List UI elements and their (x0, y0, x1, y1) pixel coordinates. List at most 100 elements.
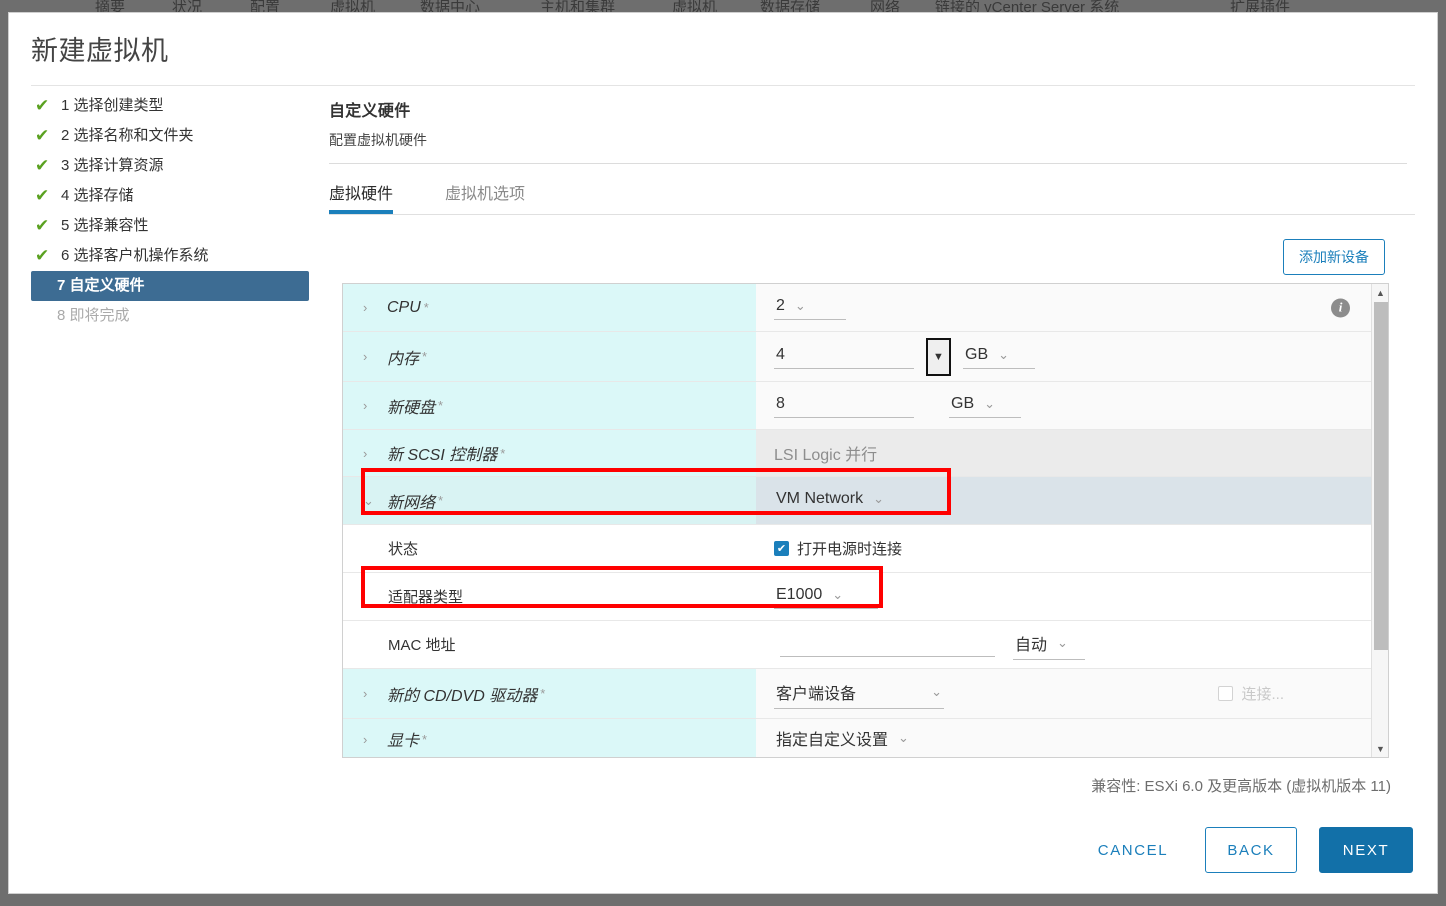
table-row-new-hard-disk[interactable]: › 新硬盘 * GB ⌄ (343, 382, 1372, 430)
scroll-up-arrow-icon[interactable]: ▲ (1372, 284, 1388, 301)
chevron-right-icon[interactable]: › (363, 732, 377, 747)
scroll-down-arrow-icon[interactable]: ▼ (1372, 740, 1388, 757)
required-marker: * (438, 493, 444, 508)
chevron-down-icon: ⌄ (832, 587, 844, 602)
cpu-count-select[interactable]: 2 ⌄ (774, 295, 846, 320)
table-scrollbar[interactable]: ▲ ▼ (1371, 284, 1388, 757)
chevron-right-icon[interactable]: › (363, 300, 377, 315)
scrollbar-thumb[interactable] (1374, 302, 1388, 650)
cd-dvd-connect-label: 连接... (1241, 686, 1284, 703)
row-value-cell: ▼ GB ⌄ (756, 332, 1372, 381)
pane-title: 自定义硬件 (329, 103, 411, 120)
pane-divider (329, 163, 1407, 164)
tab-virtual-hardware[interactable]: 虚拟硬件 (329, 180, 394, 214)
step-7-current[interactable]: 7 自定义硬件 (31, 271, 309, 301)
chevron-down-icon: ⌄ (998, 347, 1010, 362)
chevron-down-icon: ⌄ (794, 298, 806, 313)
step-2[interactable]: ✔ 2 选择名称和文件夹 (31, 121, 311, 151)
title-divider (31, 85, 1415, 86)
check-icon: ✔ (35, 186, 50, 205)
required-marker: * (540, 686, 546, 701)
adapter-type-select[interactable]: E1000 ⌄ (774, 584, 878, 609)
cd-dvd-connect-checkbox: ✔ (1218, 686, 1234, 701)
check-icon: ✔ (35, 126, 50, 145)
mac-address-input[interactable] (780, 632, 995, 657)
sub-label: 状态 (388, 541, 419, 558)
check-icon: ✔ (35, 156, 50, 175)
check-icon: ✔ (35, 216, 50, 235)
wizard-steps: ✔ 1 选择创建类型 ✔ 2 选择名称和文件夹 ✔ 3 选择计算资源 ✔ 4 选… (31, 91, 311, 331)
memory-unit-value: GB (965, 346, 989, 363)
row-label-cell: › 新硬盘 * (343, 382, 756, 429)
pane-subtitle: 配置虚拟机硬件 (329, 132, 427, 148)
step-6-label: 6 选择客户机操作系统 (61, 247, 209, 264)
memory-size-input[interactable] (774, 344, 914, 369)
row-label-cell: › CPU * (343, 284, 756, 331)
row-label-cell: › 内存 * (343, 332, 756, 381)
chevron-down-icon[interactable]: ⌄ (363, 493, 377, 509)
tab-underline (329, 214, 1415, 215)
chevron-right-icon[interactable]: › (363, 398, 377, 413)
step-4-label: 4 选择存储 (61, 187, 134, 204)
required-marker: * (423, 300, 429, 315)
row-value-cell: ✔ 打开电源时连接 (756, 525, 1372, 572)
check-icon: ✔ (35, 96, 50, 115)
add-new-device-button[interactable]: 添加新设备 (1283, 239, 1385, 275)
connect-at-power-on-checkbox[interactable]: ✔ (774, 541, 789, 556)
cd-dvd-source-value: 客户端设备 (776, 686, 857, 703)
cpu-count-value: 2 (776, 297, 785, 314)
disk-size-input[interactable] (774, 393, 914, 418)
step-4[interactable]: ✔ 4 选择存储 (31, 181, 311, 211)
step-5[interactable]: ✔ 5 选择兼容性 (31, 211, 311, 241)
table-row-new-cd-dvd-drive[interactable]: › 新的 CD/DVD 驱动器 * 客户端设备 ⌄ ✔ 连接... (343, 669, 1372, 719)
dialog-title: 新建虚拟机 (31, 36, 169, 66)
device-label: 新网络 (387, 494, 436, 512)
row-label-cell: ⌄ 新网络 * (343, 477, 756, 524)
tab-vm-options[interactable]: 虚拟机选项 (445, 180, 525, 214)
cd-dvd-source-select[interactable]: 客户端设备 ⌄ (774, 678, 944, 709)
disk-unit-select[interactable]: GB ⌄ (949, 393, 1021, 418)
chevron-down-icon: ⌄ (898, 730, 909, 745)
table-row-adapter-type[interactable]: 适配器类型 E1000 ⌄ (343, 573, 1372, 621)
memory-unit-select[interactable]: GB ⌄ (963, 344, 1035, 369)
new-vm-wizard-dialog: 新建虚拟机 ✔ 1 选择创建类型 ✔ 2 选择名称和文件夹 ✔ 3 选择计算资源… (8, 12, 1438, 894)
row-value-cell: VM Network ⌄ (756, 477, 1372, 524)
table-row-video-card[interactable]: › 显卡 * 指定自定义设置 ⌄ (343, 719, 1372, 757)
chevron-right-icon[interactable]: › (363, 446, 377, 461)
device-label: CPU (387, 298, 421, 316)
chevron-down-icon: ⌄ (1057, 635, 1068, 650)
video-card-select[interactable]: 指定自定义设置 ⌄ (774, 724, 924, 754)
table-row-new-network[interactable]: ⌄ 新网络 * VM Network ⌄ (343, 477, 1372, 525)
row-value-cell: 指定自定义设置 ⌄ (756, 719, 1372, 757)
device-label: 显卡 (387, 733, 420, 750)
network-select[interactable]: VM Network ⌄ (774, 488, 924, 513)
chevron-right-icon[interactable]: › (363, 349, 377, 364)
row-label-cell: › 新 SCSI 控制器 * (343, 430, 756, 476)
screen: 摘要 状况 配置 虚拟机 数据中心 主机和集群 虚拟机 数据存储 网络 链接的 … (0, 0, 1446, 906)
table-row-new-scsi-controller[interactable]: › 新 SCSI 控制器 * LSI Logic 并行 (343, 430, 1372, 477)
info-icon[interactable]: i (1331, 298, 1350, 317)
row-value-cell: 客户端设备 ⌄ ✔ 连接... (756, 669, 1372, 718)
check-icon: ✔ (35, 246, 50, 265)
next-button[interactable]: NEXT (1319, 827, 1413, 873)
cancel-button[interactable]: CANCEL (1085, 835, 1181, 865)
step-7-label: 7 自定义硬件 (57, 277, 145, 294)
chevron-right-icon[interactable]: › (363, 686, 377, 701)
hardware-row-list: › CPU * 2 ⌄ i › 内存 * 4 ▼ GB ⌄ › 新硬盘 * 8 … (343, 284, 1372, 757)
step-1[interactable]: ✔ 1 选择创建类型 (31, 91, 311, 121)
step-6[interactable]: ✔ 6 选择客户机操作系统 (31, 241, 311, 271)
mac-mode-select[interactable]: 自动 ⌄ (1013, 629, 1085, 660)
memory-spinner-button[interactable]: ▼ (926, 337, 951, 376)
device-label: 新 SCSI 控制器 (387, 447, 498, 464)
required-marker: * (422, 349, 428, 364)
table-row-network-status[interactable]: 状态 ✔ 打开电源时连接 (343, 525, 1372, 573)
back-button[interactable]: BACK (1205, 827, 1297, 873)
chevron-down-icon: ⌄ (984, 396, 996, 411)
step-3-label: 3 选择计算资源 (61, 157, 164, 174)
table-row-mac-address[interactable]: MAC 地址 自动 ⌄ (343, 621, 1372, 669)
step-8: 8 即将完成 (31, 301, 311, 331)
table-row-memory[interactable]: › 内存 * ▼ GB ⌄ (343, 332, 1372, 382)
step-3[interactable]: ✔ 3 选择计算资源 (31, 151, 311, 181)
row-value-cell: LSI Logic 并行 (756, 430, 1372, 476)
table-row-cpu[interactable]: › CPU * 2 ⌄ i (343, 284, 1372, 332)
